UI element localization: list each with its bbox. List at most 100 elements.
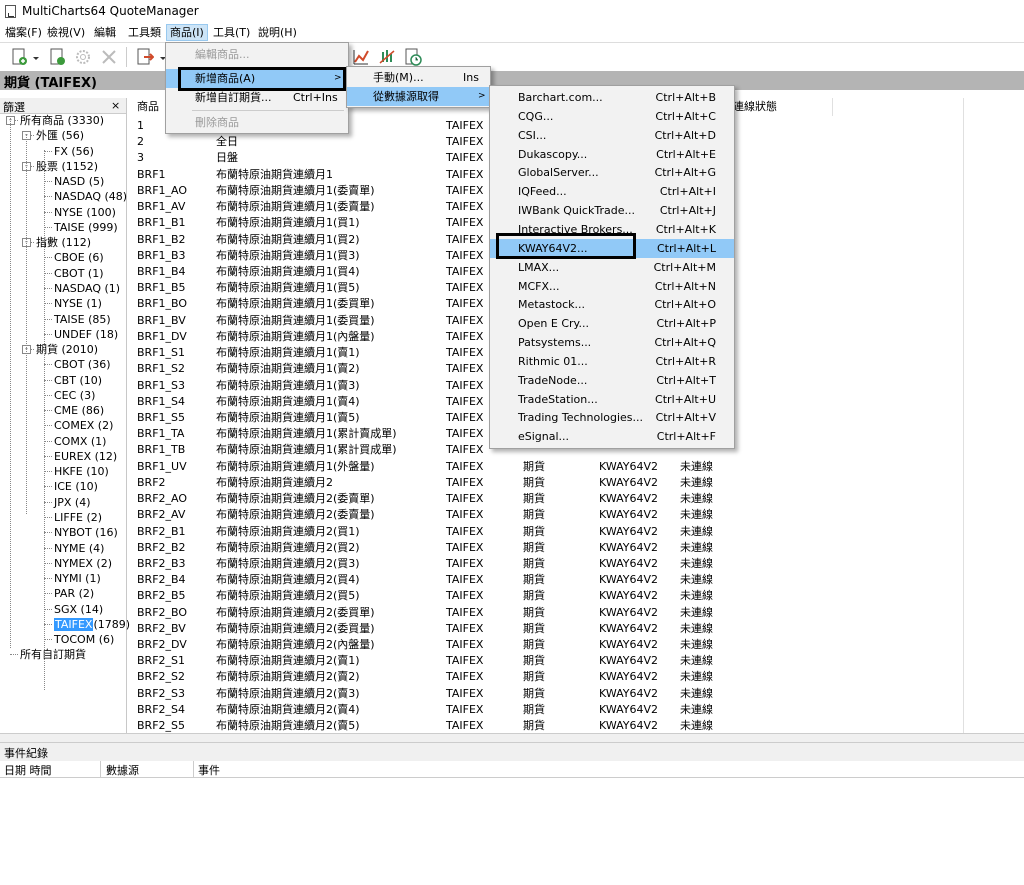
import-icon[interactable] xyxy=(136,48,155,66)
new-custom-icon[interactable] xyxy=(48,48,66,66)
tree-item[interactable]: ICE (10) xyxy=(54,479,98,494)
tree-item[interactable]: CME (86) xyxy=(54,403,104,418)
table-row[interactable]: BRF2_B4 布蘭特原油期貨連續月2(買4) TAIFEX 期貨 KWAY64V2 未連… xyxy=(133,572,1024,588)
table-row[interactable]: BRF2_S5 布蘭特原油期貨連續月2(賣5) TAIFEX 期貨 KWAY64V2 未連… xyxy=(133,718,1024,733)
table-row[interactable]: BRF2_S3 布蘭特原油期貨連續月2(賣3) TAIFEX 期貨 KWAY64V2 未連… xyxy=(133,686,1024,702)
cell-exchange: TAIFEX xyxy=(446,410,484,424)
menu-item-data-source[interactable]: Rithmic 01... Ctrl+Alt+R xyxy=(490,352,734,371)
menu-item-data-source[interactable]: eSignal... Ctrl+Alt+F xyxy=(490,427,734,446)
tree-item[interactable]: CBOE (6) xyxy=(54,250,104,265)
table-row[interactable]: BRF2_AV 布蘭特原油期貨連續月2(委賣量) TAIFEX 期貨 KWAY64V2 未… xyxy=(133,507,1024,523)
table-row[interactable]: BRF2_S2 布蘭特原油期貨連續月2(賣2) TAIFEX 期貨 KWAY64V2 未連… xyxy=(133,669,1024,685)
tree-item[interactable]: NYME (4) xyxy=(54,541,104,556)
menu-item-data-source[interactable]: Metastock... Ctrl+Alt+O xyxy=(490,295,734,314)
menu-item-data-source[interactable]: IWBank QuickTrade... Ctrl+Alt+J xyxy=(490,201,734,220)
table-row[interactable]: BRF2_S4 布蘭特原油期貨連續月2(賣4) TAIFEX 期貨 KWAY64V2 未連… xyxy=(133,702,1024,718)
column-header-status[interactable]: 連線狀態 xyxy=(733,98,833,116)
menu-tools[interactable]: 工具(T) xyxy=(210,25,253,40)
menu-item-data-source[interactable]: TradeStation... Ctrl+Alt+U xyxy=(490,390,734,409)
menu-item-data-source[interactable]: MCFX... Ctrl+Alt+N xyxy=(490,277,734,296)
event-col-datetime[interactable]: 日期 時間 xyxy=(4,762,52,778)
menu-edit[interactable]: 編輯 xyxy=(91,25,119,40)
table-row[interactable]: BRF2_AO 布蘭特原油期貨連續月2(委賣單) TAIFEX 期貨 KWAY64V2 未… xyxy=(133,491,1024,507)
panel-splitter[interactable] xyxy=(0,733,1024,743)
tree-item[interactable]: FX (56) xyxy=(54,144,94,159)
tree-item[interactable]: EUREX (12) xyxy=(54,449,117,464)
menu-item-label: IQFeed... xyxy=(518,185,567,199)
table-row[interactable]: BRF1_UV 布蘭特原油期貨連續月1(外盤量) TAIFEX 期貨 KWAY64V2 未… xyxy=(133,459,1024,475)
menu-item-data-source[interactable]: Trading Technologies... Ctrl+Alt+V xyxy=(490,408,734,427)
tree-item[interactable]: NASD (5) xyxy=(54,174,104,189)
split-icon[interactable] xyxy=(378,48,396,66)
menu-item-data-source[interactable]: CSI... Ctrl+Alt+D xyxy=(490,126,734,145)
tree-item[interactable]: PAR (2) xyxy=(54,586,94,601)
dropdown-arrow-icon[interactable] xyxy=(32,48,40,66)
tree-item[interactable]: NYSE (100) xyxy=(54,205,116,220)
menu-item-data-source[interactable]: Open E Cry... Ctrl+Alt+P xyxy=(490,314,734,333)
chart-icon[interactable] xyxy=(352,48,370,66)
tree-item[interactable]: UNDEF (18) xyxy=(54,327,118,342)
menu-item-data-source[interactable]: Dukascopy... Ctrl+Alt+E xyxy=(490,145,734,164)
menu-instrument[interactable]: 商品(I) xyxy=(166,24,208,41)
menu-item-delete-instrument[interactable]: 刪除商品 xyxy=(166,113,348,132)
tree-item[interactable]: TOCOM (6) xyxy=(54,632,114,647)
tree-item[interactable]: CEC (3) xyxy=(54,388,95,403)
table-row[interactable]: BRF2 布蘭特原油期貨連續月2 TAIFEX 期貨 KWAY64V2 未連線 xyxy=(133,475,1024,491)
tree-item[interactable]: CBOT (1) xyxy=(54,266,104,281)
table-row[interactable]: BRF2_B5 布蘭特原油期貨連續月2(買5) TAIFEX 期貨 KWAY64V2 未連… xyxy=(133,588,1024,604)
menu-item-data-source[interactable]: Barchart.com... Ctrl+Alt+B xyxy=(490,88,734,107)
table-row[interactable]: BRF2_B1 布蘭特原油期貨連續月2(買1) TAIFEX 期貨 KWAY64V2 未連… xyxy=(133,524,1024,540)
event-col-event[interactable]: 事件 xyxy=(198,762,220,778)
schedule-icon[interactable] xyxy=(404,48,422,66)
cell-desc: 布蘭特原油期貨連續月2(賣4) xyxy=(216,702,360,716)
menu-help[interactable]: 說明(H) xyxy=(255,25,300,40)
table-row[interactable]: BRF2_BO 布蘭特原油期貨連續月2(委買單) TAIFEX 期貨 KWAY64V2 未… xyxy=(133,605,1024,621)
tree-item[interactable]: SGX (14) xyxy=(54,602,103,617)
tree-item[interactable]: CBOT (36) xyxy=(54,357,111,372)
table-row[interactable]: BRF2_DV 布蘭特原油期貨連續月2(內盤量) TAIFEX 期貨 KWAY64V2 未… xyxy=(133,637,1024,653)
menu-item-data-source[interactable]: GlobalServer... Ctrl+Alt+G xyxy=(490,163,734,182)
menu-tool-class[interactable]: 工具類 xyxy=(125,25,164,40)
tree-item[interactable]: 所有商品 (3330) xyxy=(20,113,104,128)
tree-item[interactable]: NASDAQ (1) xyxy=(54,281,120,296)
tree-item[interactable]: 外匯 (56) xyxy=(36,128,84,143)
delete-icon[interactable] xyxy=(100,48,118,66)
tree-item[interactable]: JPX (4) xyxy=(54,495,91,510)
tree-item[interactable]: CBT (10) xyxy=(54,373,102,388)
new-instrument-icon[interactable] xyxy=(10,48,28,66)
tree-connector xyxy=(44,150,52,152)
tree-item[interactable]: NYSE (1) xyxy=(54,296,102,311)
tree-item[interactable]: NYMEX (2) xyxy=(54,556,112,571)
table-row[interactable]: BRF2_B2 布蘭特原油期貨連續月2(買2) TAIFEX 期貨 KWAY64V2 未連… xyxy=(133,540,1024,556)
tree-item[interactable]: TAISE (85) xyxy=(54,312,111,327)
close-icon[interactable]: × xyxy=(111,99,120,112)
tree-item[interactable]: 股票 (1152) xyxy=(36,159,98,174)
gear-icon[interactable] xyxy=(74,48,92,66)
tree-item[interactable]: HKFE (10) xyxy=(54,464,109,479)
tree-item[interactable]: TAIFEX(1789) xyxy=(54,617,130,632)
tree-item[interactable]: COMEX (2) xyxy=(54,418,113,433)
tree-item[interactable]: NYMI (1) xyxy=(54,571,101,586)
menu-item-data-source[interactable]: Patsystems... Ctrl+Alt+Q xyxy=(490,333,734,352)
table-row[interactable]: BRF2_B3 布蘭特原油期貨連續月2(買3) TAIFEX 期貨 KWAY64V2 未連… xyxy=(133,556,1024,572)
tree-item[interactable]: COMX (1) xyxy=(54,434,106,449)
menu-item-data-source[interactable]: IQFeed... Ctrl+Alt+I xyxy=(490,182,734,201)
menu-item-data-source[interactable]: TradeNode... Ctrl+Alt+T xyxy=(490,371,734,390)
menu-item-data-source[interactable]: LMAX... Ctrl+Alt+M xyxy=(490,258,734,277)
table-row[interactable]: BRF2_S1 布蘭特原油期貨連續月2(賣1) TAIFEX 期貨 KWAY64V2 未連… xyxy=(133,653,1024,669)
table-row[interactable]: BRF2_BV 布蘭特原油期貨連續月2(委買量) TAIFEX 期貨 KWAY64V2 未… xyxy=(133,621,1024,637)
tree-item[interactable]: NASDAQ (48) xyxy=(54,189,127,204)
menu-item-edit-instrument[interactable]: 編輯商品... xyxy=(166,45,348,64)
menu-item-data-source[interactable]: CQG... Ctrl+Alt+C xyxy=(490,107,734,126)
tree-item[interactable]: 期貨 (2010) xyxy=(36,342,98,357)
tree-item[interactable]: 所有自訂期貨 xyxy=(20,647,86,662)
event-col-source[interactable]: 數據源 xyxy=(106,762,139,778)
tree-item[interactable]: NYBOT (16) xyxy=(54,525,118,540)
menu-view[interactable]: 檢視(V) xyxy=(44,25,88,40)
menu-file[interactable]: 檔案(F) xyxy=(2,25,45,40)
cell-exchange: TAIFEX xyxy=(446,556,484,570)
menu-item-manual[interactable]: 手動(M)... Ins xyxy=(347,68,490,87)
tree-item[interactable]: LIFFE (2) xyxy=(54,510,102,525)
menu-item-from-data-source[interactable]: 從數據源取得 > xyxy=(347,87,490,106)
tree-item[interactable]: TAISE (999) xyxy=(54,220,118,235)
